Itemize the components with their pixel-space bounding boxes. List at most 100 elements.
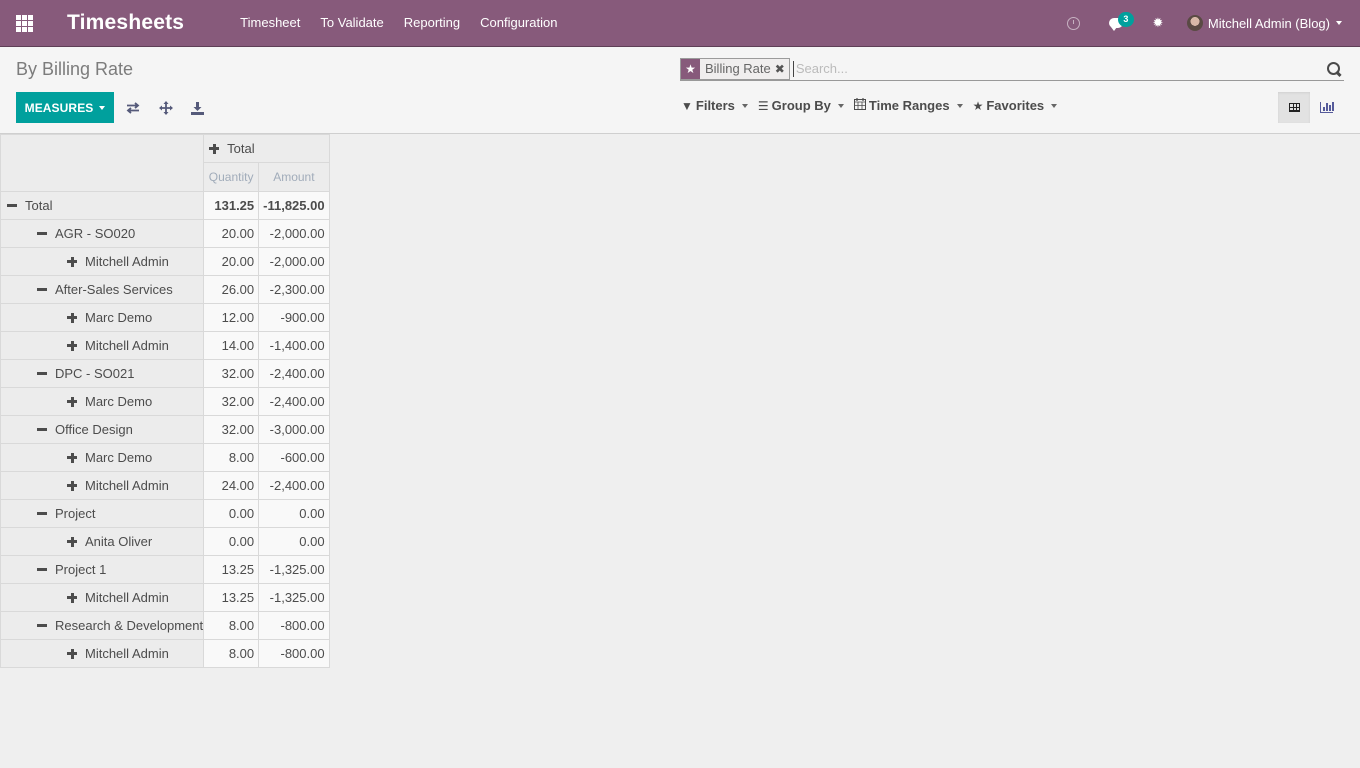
flip-axis-button[interactable] — [122, 97, 144, 119]
time-ranges-label: Time Ranges — [868, 98, 950, 113]
pivot-view-button[interactable] — [1278, 92, 1310, 123]
amount-cell[interactable]: -2,300.00 — [258, 275, 330, 304]
quantity-cell[interactable]: 32.00 — [203, 415, 260, 444]
amount-cell[interactable]: -2,000.00 — [258, 247, 330, 276]
row-header[interactable]: Mitchell Admin — [0, 583, 205, 612]
collapse-icon — [37, 232, 47, 236]
remove-facet-icon[interactable]: ✖ — [775, 59, 789, 79]
row-header[interactable]: After-Sales Services — [0, 275, 205, 304]
amount-cell[interactable]: -2,000.00 — [258, 219, 330, 248]
measure-header-amount[interactable]: Amount — [258, 162, 330, 192]
row-header[interactable]: Project 1 — [0, 555, 205, 584]
amount-cell[interactable]: -1,325.00 — [258, 583, 330, 612]
row-header[interactable]: Marc Demo — [0, 387, 205, 416]
table-row: Marc Demo 32.00 -2,400.00 — [0, 387, 330, 416]
row-header[interactable]: Mitchell Admin — [0, 331, 205, 360]
user-menu[interactable]: Mitchell Admin (Blog) — [1179, 0, 1360, 46]
quantity-cell[interactable]: 0.00 — [203, 527, 260, 556]
quantity-cell[interactable]: 8.00 — [203, 443, 260, 472]
quantity-cell[interactable]: 32.00 — [203, 387, 260, 416]
favorites-dropdown[interactable]: ★ Favorites — [973, 98, 1058, 113]
search-input[interactable] — [792, 60, 1324, 77]
row-header[interactable]: Total — [0, 191, 205, 220]
amount-cell[interactable]: -800.00 — [258, 639, 330, 668]
search-icon[interactable] — [1324, 59, 1344, 79]
row-header[interactable]: Anita Oliver — [0, 527, 205, 556]
quantity-cell[interactable]: 24.00 — [203, 471, 260, 500]
amount-cell[interactable]: -1,400.00 — [258, 331, 330, 360]
menu-item-to-validate[interactable]: To Validate — [310, 0, 393, 46]
amount-cell[interactable]: -900.00 — [258, 303, 330, 332]
expand-all-button[interactable] — [155, 97, 177, 119]
measures-button[interactable]: MEASURES — [16, 92, 114, 123]
row-header[interactable]: DPC - SO021 — [0, 359, 205, 388]
flip-axis-icon — [126, 102, 140, 114]
expand-icon — [67, 312, 77, 323]
quantity-cell[interactable]: 8.00 — [203, 611, 260, 640]
row-header[interactable]: Mitchell Admin — [0, 639, 205, 668]
amount-cell[interactable]: -600.00 — [258, 443, 330, 472]
measure-header-quantity[interactable]: Quantity — [203, 162, 260, 192]
amount-cell[interactable]: 0.00 — [258, 527, 330, 556]
quantity-cell[interactable]: 26.00 — [203, 275, 260, 304]
pivot-table: Total Quantity Amount Total 131.25 -11,825… — [0, 134, 330, 668]
measures-label: MEASURES — [24, 100, 94, 115]
amount-cell[interactable]: -800.00 — [258, 611, 330, 640]
messages-button[interactable]: 3 — [1095, 0, 1137, 46]
row-header[interactable]: Research & Development — [0, 611, 205, 640]
menu-item-configuration[interactable]: Configuration — [470, 0, 567, 46]
amount-cell[interactable]: -2,400.00 — [258, 471, 330, 500]
bars-icon: ☰ — [757, 98, 769, 113]
quantity-cell[interactable]: 20.00 — [203, 219, 260, 248]
column-header-total[interactable]: Total — [203, 134, 330, 163]
row-header[interactable]: Mitchell Admin — [0, 471, 205, 500]
row-header[interactable]: Office Design — [0, 415, 205, 444]
row-header[interactable]: Marc Demo — [0, 303, 205, 332]
amount-cell[interactable]: 0.00 — [258, 499, 330, 528]
row-label: Mitchell Admin — [85, 478, 169, 493]
apps-menu-button[interactable] — [0, 0, 48, 46]
graph-view-button[interactable] — [1310, 92, 1342, 123]
activities-button[interactable] — [1053, 0, 1095, 46]
user-name: Mitchell Admin (Blog) — [1207, 15, 1330, 31]
time-ranges-dropdown[interactable]: Time Ranges — [853, 98, 963, 113]
menu-item-reporting[interactable]: Reporting — [394, 0, 470, 46]
table-row: Anita Oliver 0.00 0.00 — [0, 527, 330, 556]
quantity-cell[interactable]: 13.25 — [203, 583, 260, 612]
quantity-cell[interactable]: 12.00 — [203, 303, 260, 332]
filters-dropdown[interactable]: ▼ Filters — [681, 98, 748, 113]
quantity-cell[interactable]: 131.25 — [203, 191, 260, 220]
row-header[interactable]: Marc Demo — [0, 443, 205, 472]
collapse-icon — [37, 288, 47, 292]
download-button[interactable] — [186, 97, 208, 119]
quantity-cell[interactable]: 14.00 — [203, 331, 260, 360]
quantity-cell[interactable]: 0.00 — [203, 499, 260, 528]
chevron-down-icon — [741, 103, 748, 108]
group-by-dropdown[interactable]: ☰ Group By — [758, 98, 844, 113]
chevron-down-icon — [837, 103, 844, 108]
row-label: Marc Demo — [85, 394, 153, 409]
debug-button[interactable]: ✹ — [1137, 0, 1179, 46]
view-switcher — [1278, 92, 1342, 123]
row-label: Mitchell Admin — [85, 338, 169, 353]
amount-cell[interactable]: -11,825.00 — [258, 191, 330, 220]
quantity-cell[interactable]: 8.00 — [203, 639, 260, 668]
row-header[interactable]: Mitchell Admin — [0, 247, 205, 276]
row-header[interactable]: Project — [0, 499, 205, 528]
amount-cell[interactable]: -2,400.00 — [258, 359, 330, 388]
amount-cell[interactable]: -1,325.00 — [258, 555, 330, 584]
menu-item-timesheet[interactable]: Timesheet — [230, 0, 310, 46]
amount-cell[interactable]: -3,000.00 — [258, 415, 330, 444]
pivot-corner — [0, 134, 205, 192]
quantity-cell[interactable]: 20.00 — [203, 247, 260, 276]
amount-cell[interactable]: -2,400.00 — [258, 387, 330, 416]
table-row: Project 1 13.25 -1,325.00 — [0, 555, 330, 584]
collapse-icon — [37, 372, 47, 376]
control-panel: By Billing Rate MEASURES ★ Billing Rate … — [0, 47, 1360, 134]
row-label: Research & Development — [55, 618, 204, 633]
expand-icon — [67, 396, 77, 407]
row-header[interactable]: AGR - SO020 — [0, 219, 205, 248]
quantity-cell[interactable]: 32.00 — [203, 359, 260, 388]
quantity-cell[interactable]: 13.25 — [203, 555, 260, 584]
row-label: Marc Demo — [85, 310, 153, 325]
